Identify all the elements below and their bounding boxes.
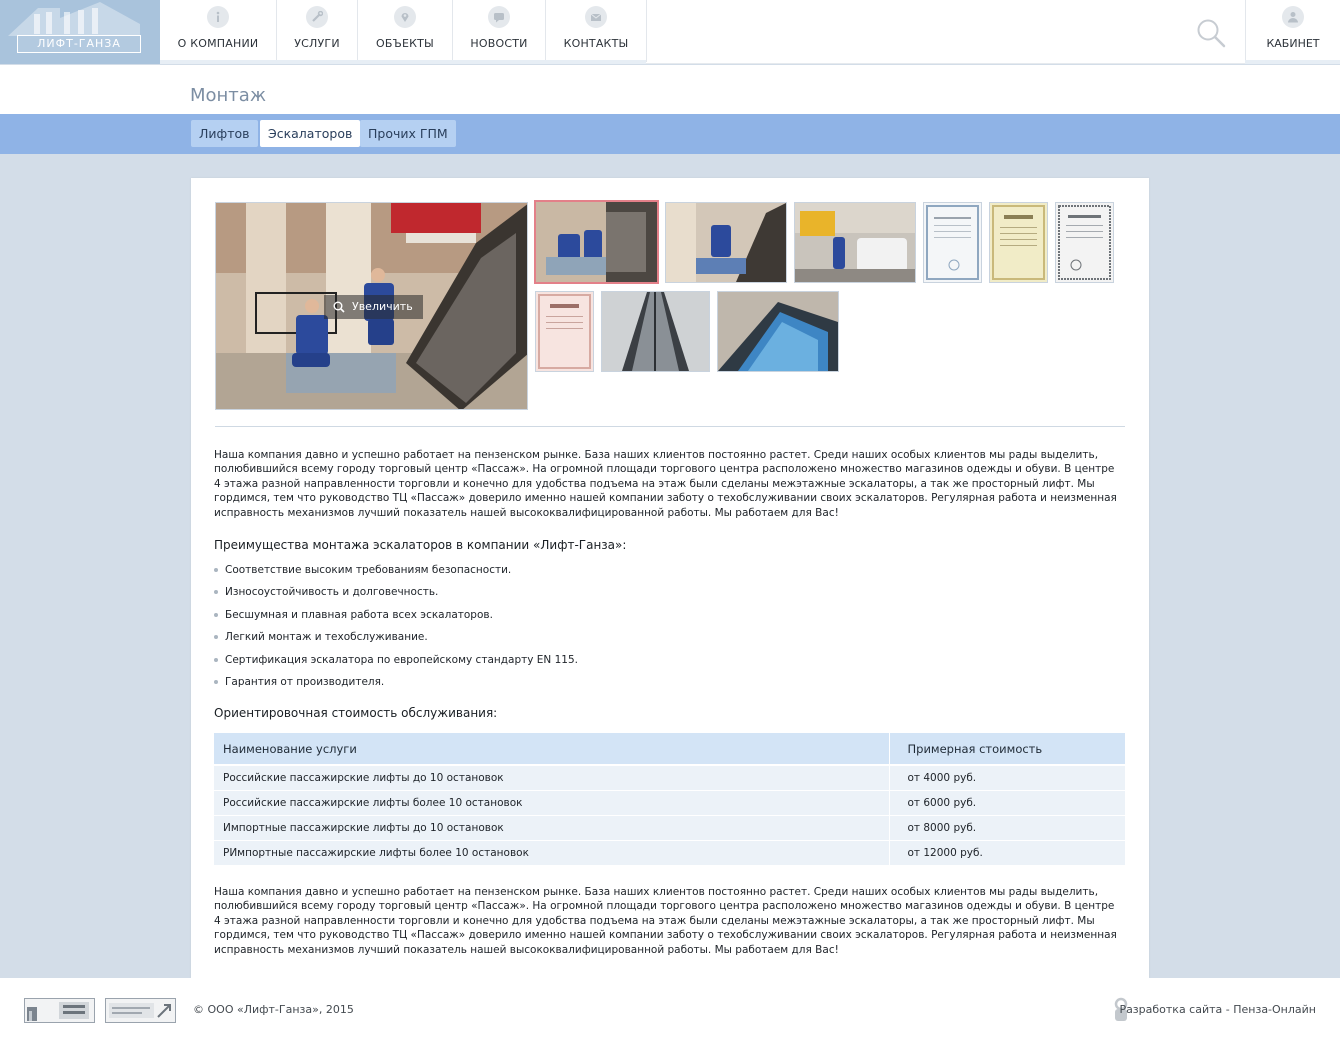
tab-escalators[interactable]: Эскалаторов xyxy=(260,120,361,147)
envelope-icon xyxy=(585,6,607,28)
gallery-thumbnail[interactable] xyxy=(717,291,839,372)
price-cell: от 12000 руб. xyxy=(889,840,1125,866)
nav-item-objects[interactable]: ОБЪЕКТЫ xyxy=(358,0,453,62)
magnifier-icon xyxy=(333,301,345,313)
nav-label: КОНТАКТЫ xyxy=(563,37,629,50)
nav-label: О КОМПАНИИ xyxy=(177,37,259,50)
gallery-thumbnail[interactable] xyxy=(665,202,787,283)
page-title: Монтаж xyxy=(190,85,267,106)
license-image xyxy=(990,203,1047,282)
info-icon xyxy=(207,6,229,28)
main-nav: О КОМПАНИИ УСЛУГИ ОБЪЕКТЫ НОВОСТИ КОНТАК… xyxy=(160,0,647,64)
gallery-thumbnail[interactable] xyxy=(794,202,916,283)
logo-text: ЛИФТ-ГАНЗА xyxy=(17,35,141,53)
price-cell: от 6000 руб. xyxy=(889,790,1125,816)
service-cell: Импортные пассажирские лифты до 10 остан… xyxy=(214,815,890,841)
copyright-text: © ООО «Лифт-Ганза», 2015 xyxy=(193,1003,354,1016)
table-header-row: Наименование услуги Примерная стоимость xyxy=(214,733,1125,766)
content-card: Увеличить Наша компания давно и успешно … xyxy=(191,178,1149,978)
service-cell: РИмпортные пассажирские лифты более 10 о… xyxy=(214,840,890,866)
price-cell: от 4000 руб. xyxy=(889,765,1125,791)
site-logo[interactable]: ЛИФТ-ГАНЗА xyxy=(0,0,160,64)
price-table: Наименование услуги Примерная стоимость … xyxy=(214,733,1125,866)
cabinet-button[interactable]: КАБИНЕТ xyxy=(1245,0,1340,62)
table-row: РИмпортные пассажирские лифты более 10 о… xyxy=(214,840,1125,866)
certificate-image xyxy=(1056,203,1113,282)
gallery-thumbnail[interactable] xyxy=(1055,202,1114,283)
nav-label: УСЛУГИ xyxy=(294,37,340,50)
intro-paragraph: Наша компания давно и успешно работает н… xyxy=(214,449,1117,519)
list-item: Износоустойчивость и долговечность. xyxy=(214,584,814,606)
advantages-heading: Преимущества монтажа эскалаторов в компа… xyxy=(214,538,627,552)
visitor-counter-badge[interactable] xyxy=(24,998,95,1023)
main-photo[interactable]: Увеличить xyxy=(215,202,528,410)
nav-underline xyxy=(160,60,646,64)
nav-item-contacts[interactable]: КОНТАКТЫ xyxy=(546,0,647,62)
nav-item-services[interactable]: УСЛУГИ xyxy=(277,0,358,62)
list-item: Бесшумная и плавная работа всех эскалато… xyxy=(214,607,814,629)
table-row: Российские пассажирские лифты более 10 о… xyxy=(214,790,1125,816)
list-item: Легкий монтаж и техобслуживание. xyxy=(214,629,814,651)
thumbnail-image xyxy=(795,203,915,282)
wrench-icon xyxy=(306,6,328,28)
search-icon xyxy=(1197,19,1226,48)
certificate-image xyxy=(924,203,981,282)
building-logo-icon xyxy=(8,2,140,36)
nav-item-news[interactable]: НОВОСТИ xyxy=(453,0,546,62)
map-pin-icon xyxy=(394,6,416,28)
tab-other-lifting[interactable]: Прочих ГПМ xyxy=(360,120,456,147)
cabinet-label: КАБИНЕТ xyxy=(1266,37,1320,50)
cabinet-underline xyxy=(1245,60,1340,64)
price-heading: Ориентировочная стоимость обслуживания: xyxy=(214,706,498,720)
service-cell: Российские пассажирские лифты более 10 о… xyxy=(214,790,890,816)
list-item: Соответствие высоким требованиям безопас… xyxy=(214,562,814,584)
gallery-thumbnail[interactable] xyxy=(535,291,594,372)
gallery-thumbnail[interactable] xyxy=(989,202,1048,283)
zoom-button[interactable]: Увеличить xyxy=(324,295,423,319)
site-header: ЛИФТ-ГАНЗА О КОМПАНИИ УСЛУГИ ОБЪЕКТЫ НОВ… xyxy=(0,0,1340,64)
title-area: Монтаж xyxy=(0,65,1340,114)
service-cell: Российские пассажирские лифты до 10 оста… xyxy=(214,765,890,791)
nav-label: ОБЪЕКТЫ xyxy=(376,37,434,50)
outro-paragraph: Наша компания давно и успешно работает н… xyxy=(214,886,1117,956)
column-header: Примерная стоимость xyxy=(889,733,1125,766)
table-row: Российские пассажирские лифты до 10 оста… xyxy=(214,765,1125,791)
advantages-list: Соответствие высоким требованиям безопас… xyxy=(214,562,814,696)
gallery-thumbnail[interactable] xyxy=(923,202,982,283)
chat-icon xyxy=(488,6,510,28)
gallery-divider xyxy=(215,426,1125,427)
user-icon xyxy=(1282,6,1304,28)
list-item: Сертификация эскалатора по европейскому … xyxy=(214,652,814,674)
site-footer: © ООО «Лифт-Ганза», 2015 Разработка сайт… xyxy=(0,978,1340,1042)
thumbnail-image xyxy=(666,203,786,282)
tab-elevators[interactable]: Лифтов xyxy=(191,120,258,147)
counter-graphic xyxy=(27,1002,89,1021)
column-header: Наименование услуги xyxy=(214,733,890,766)
developer-link[interactable]: Разработка сайта - Пенза-Онлайн xyxy=(1119,1003,1316,1016)
gallery-thumbnail[interactable] xyxy=(534,200,659,284)
nav-item-company[interactable]: О КОМПАНИИ xyxy=(160,0,277,62)
table-row: Импортные пассажирские лифты до 10 остан… xyxy=(214,815,1125,841)
subsection-tabs: Лифтов Эскалаторов Прочих ГПМ xyxy=(0,114,1340,154)
counter-graphic xyxy=(109,1003,171,1018)
zoom-label: Увеличить xyxy=(352,300,413,313)
escalator-image xyxy=(718,292,838,371)
nav-label: НОВОСТИ xyxy=(470,37,528,50)
license-image xyxy=(536,292,593,371)
rating-counter-badge[interactable] xyxy=(105,998,176,1023)
gallery-thumbnail[interactable] xyxy=(601,291,710,372)
escalator-image xyxy=(602,292,709,371)
price-cell: от 8000 руб. xyxy=(889,815,1125,841)
thumbnail-image xyxy=(536,202,657,282)
list-item: Гарантия от производителя. xyxy=(214,674,814,696)
search-button[interactable] xyxy=(1195,17,1227,49)
